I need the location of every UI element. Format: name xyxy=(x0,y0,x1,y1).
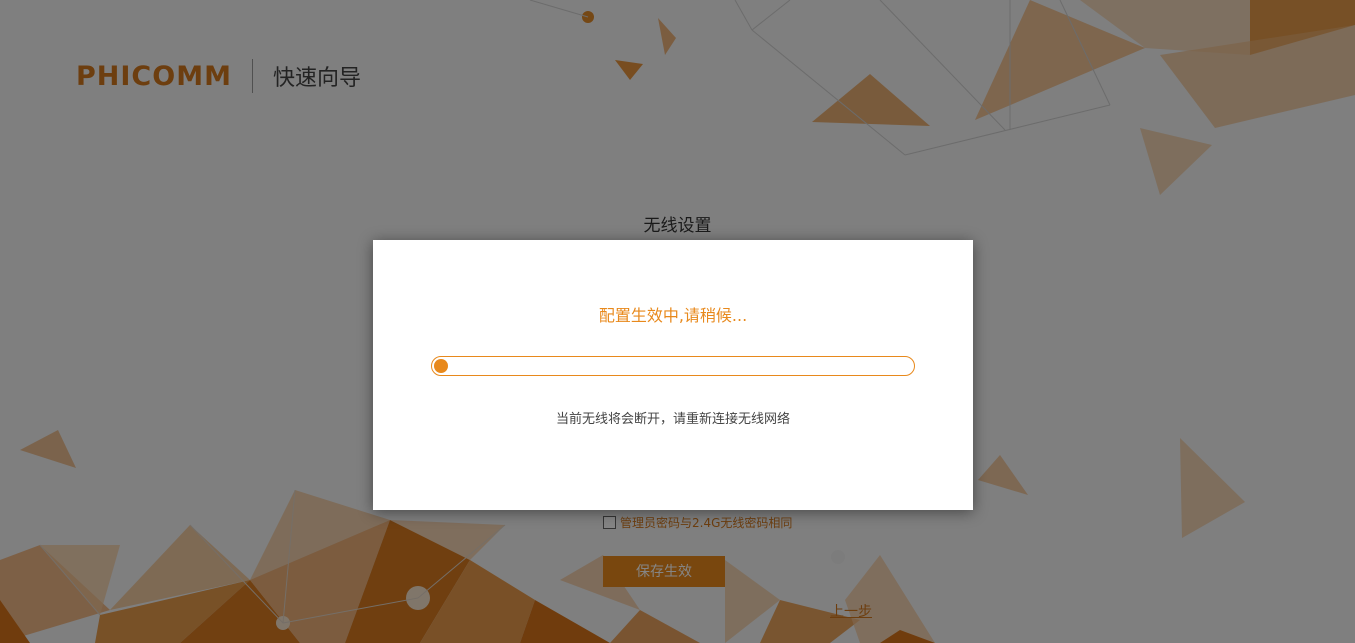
progress-dialog: 配置生效中,请稍候... 当前无线将会断开，请重新连接无线网络 xyxy=(373,240,973,510)
progress-fill xyxy=(434,359,448,373)
progress-bar xyxy=(431,356,915,376)
dialog-message: 配置生效中,请稍候... xyxy=(598,306,748,325)
dialog-note: 当前无线将会断开，请重新连接无线网络 xyxy=(555,412,790,427)
